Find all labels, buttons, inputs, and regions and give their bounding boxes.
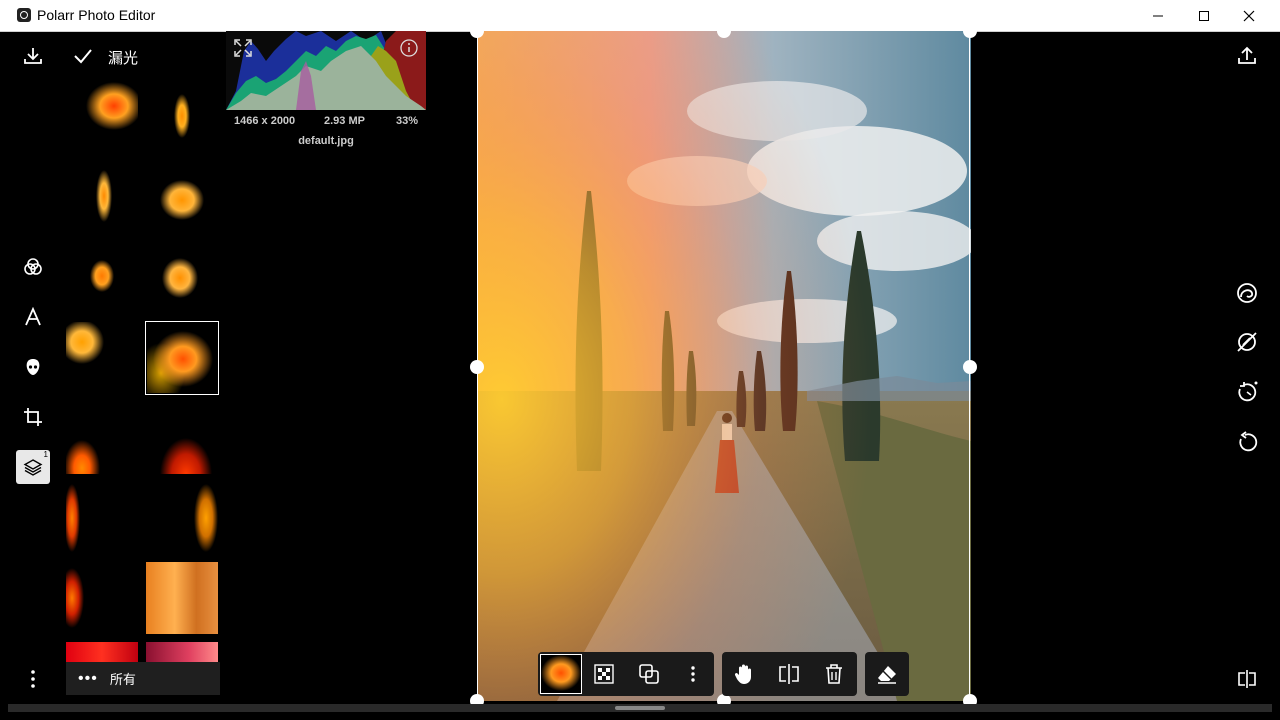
overlay-thumbnail[interactable] (66, 562, 138, 634)
overlay-thumbnail[interactable] (146, 642, 218, 662)
resize-handle-top-right[interactable] (963, 24, 977, 38)
crop-icon (24, 408, 42, 426)
minimize-icon (1153, 15, 1163, 16)
crop-button[interactable] (16, 400, 50, 434)
blend-mode-icon (639, 664, 659, 684)
overlay-thumbnail[interactable] (146, 162, 218, 234)
overlay-thumbnail[interactable] (146, 562, 218, 634)
spiral-icon (1237, 283, 1257, 303)
transform-tools-group (722, 652, 857, 696)
eraser-icon (878, 666, 896, 684)
overlay-thumbnail-selected[interactable] (145, 321, 219, 395)
info-button[interactable] (400, 39, 418, 62)
spiral-button[interactable] (1230, 276, 1264, 310)
face-icon (26, 359, 40, 375)
filters-icon (24, 258, 42, 275)
overlay-thumbnail[interactable] (66, 82, 138, 154)
hand-icon (734, 664, 751, 684)
resize-handle-right[interactable] (963, 360, 977, 374)
blend-mode-button[interactable] (627, 652, 671, 696)
compare-button[interactable] (1230, 662, 1264, 696)
layers-button[interactable]: 1 (16, 450, 50, 484)
flip-button[interactable] (767, 652, 811, 696)
flip-icon (779, 664, 799, 684)
overlay-thumbnail[interactable] (146, 402, 218, 474)
overlay-thumbnail[interactable] (540, 654, 582, 694)
more-button[interactable] (16, 662, 50, 696)
text-button[interactable] (16, 300, 50, 334)
check-icon (74, 49, 92, 64)
more-horizontal-icon: ••• (78, 669, 98, 687)
expand-button[interactable] (234, 39, 252, 62)
eraser-tool-group (865, 652, 909, 696)
overlay-thumbnail[interactable] (146, 82, 218, 154)
share-upload-icon (1238, 46, 1256, 64)
window-title: Polarr Photo Editor (37, 7, 156, 23)
resize-handle-top-left[interactable] (470, 24, 484, 38)
close-button[interactable] (1226, 0, 1272, 31)
overlay-thumbnail[interactable] (66, 322, 138, 394)
image-megapixels: 2.93 MP (324, 115, 365, 127)
filter-dropdown[interactable]: ••• 所有 (66, 662, 220, 695)
overlay-thumbnail[interactable] (146, 242, 218, 314)
overlay-thumbnail[interactable] (66, 242, 138, 314)
scrollbar-thumb[interactable] (615, 706, 665, 710)
maximize-icon (1199, 10, 1209, 21)
minimize-button[interactable] (1135, 0, 1181, 31)
rotate-icon (1239, 431, 1258, 452)
expand-icon (234, 39, 252, 57)
more-options-button[interactable] (671, 652, 715, 696)
transparency-button[interactable] (582, 652, 626, 696)
overlay-thumbnail[interactable] (66, 482, 138, 554)
maximize-button[interactable] (1181, 0, 1227, 31)
app-logo-icon (17, 8, 31, 22)
info-icon (400, 39, 418, 57)
overlay-thumbnail[interactable] (146, 482, 218, 554)
timer-rotate-button[interactable] (1230, 375, 1264, 409)
confirm-button[interactable] (66, 39, 100, 73)
layers-badge: 1 (43, 450, 48, 459)
more-vertical-icon (31, 670, 35, 688)
export-button[interactable] (1230, 39, 1264, 73)
eraser-button[interactable] (865, 652, 909, 696)
overlay-thumbnail[interactable] (66, 642, 138, 662)
zoom-level: 33% (396, 115, 419, 127)
resize-handle-top[interactable] (717, 24, 731, 38)
overlay-tools-group (538, 652, 714, 696)
text-icon (25, 307, 41, 326)
trash-icon (826, 664, 842, 684)
download-icon (24, 48, 42, 64)
histogram (226, 31, 426, 110)
face-button[interactable] (16, 350, 50, 384)
close-icon (1243, 10, 1255, 21)
timer-rotate-icon (1238, 381, 1258, 402)
file-name: default.jpg (298, 135, 354, 147)
filters-button[interactable] (16, 250, 50, 284)
rotate-button[interactable] (1230, 425, 1264, 459)
more-vertical-icon (691, 666, 695, 682)
selection-frame (477, 31, 970, 701)
overlay-thumbnail[interactable] (66, 162, 138, 234)
title-bar: Polarr Photo Editor (0, 0, 1280, 32)
erase-slash-button[interactable] (1230, 325, 1264, 359)
mode-label: 漏光 (108, 50, 139, 67)
image-dimensions: 1466 x 2000 (234, 115, 296, 127)
resize-handle-left[interactable] (470, 360, 484, 374)
layers-icon (23, 459, 43, 476)
delete-button[interactable] (812, 652, 856, 696)
filter-label: 所有 (109, 672, 136, 687)
overlay-thumbnail[interactable] (66, 402, 138, 474)
erase-slash-icon (1237, 332, 1257, 352)
compare-icon (1238, 670, 1256, 688)
download-button[interactable] (16, 39, 50, 73)
pan-button[interactable] (722, 652, 766, 696)
transparency-icon (594, 664, 614, 684)
